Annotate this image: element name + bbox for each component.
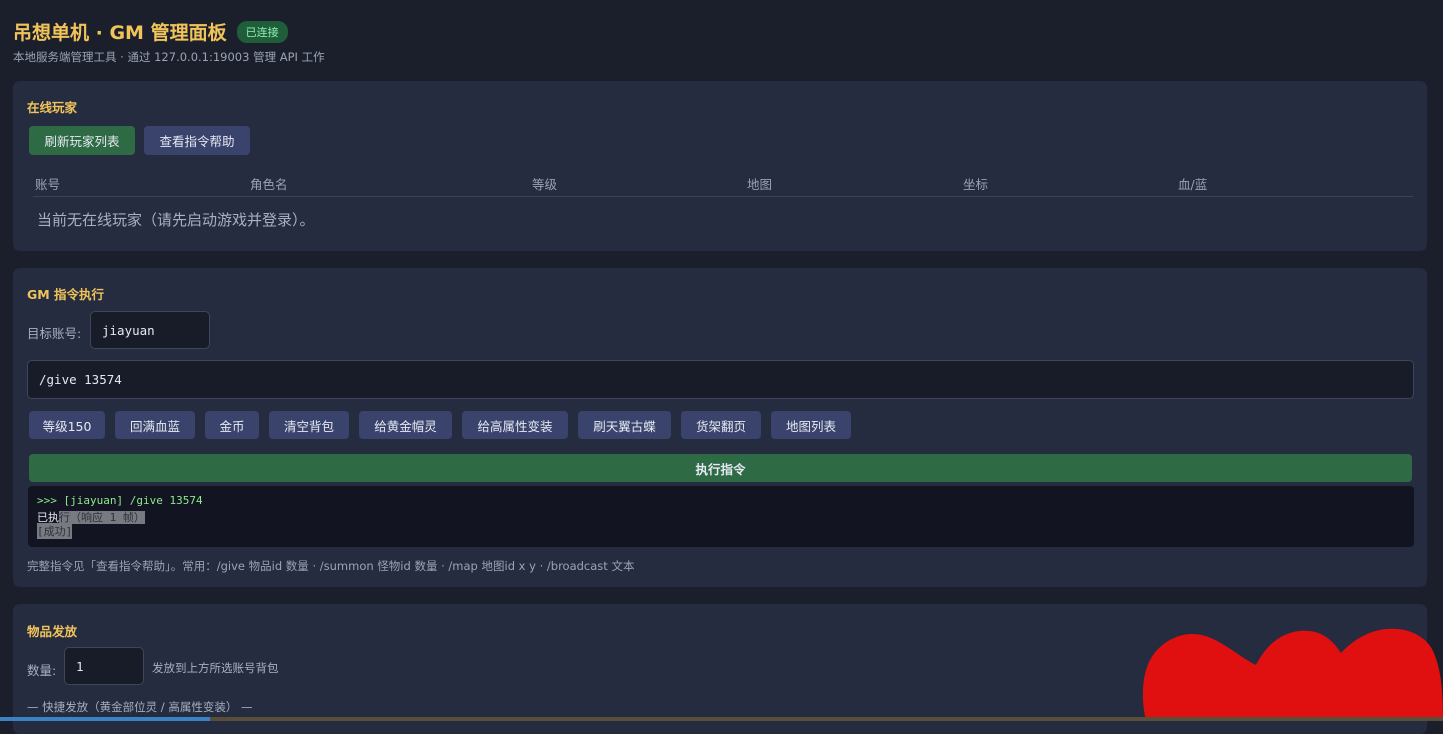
- online-players-title: 在线玩家: [27, 100, 78, 115]
- quick-clear-bag-button[interactable]: 清空背包: [269, 411, 349, 439]
- console-line-status: [成功]: [37, 523, 73, 539]
- gm-command-title: GM 指令执行: [27, 287, 105, 302]
- page-subtitle: 本地服务端管理工具 · 通过 127.0.0.1:19003 管理 API 工作: [13, 50, 325, 64]
- quick-distribution-section-title: — 快捷发放（黄金部位灵 / 高属性变装） —: [27, 700, 253, 714]
- quick-spawn-butterfly-button[interactable]: 刷天翼古蝶: [578, 411, 671, 439]
- quick-level-150-button[interactable]: 等级150: [29, 411, 105, 439]
- quick-gold-button[interactable]: 金币: [205, 411, 259, 439]
- red-redaction-scribble: [1142, 628, 1443, 721]
- quantity-label: 数量:: [27, 663, 57, 678]
- target-account-input[interactable]: jiayuan: [90, 311, 210, 349]
- empty-players-message: 当前无在线玩家（请先启动游戏并登录）。: [37, 211, 315, 229]
- command-input[interactable]: /give 13574: [27, 360, 1414, 399]
- quick-shelf-page-button[interactable]: 货架翻页: [681, 411, 761, 439]
- quick-map-list-button[interactable]: 地图列表: [771, 411, 851, 439]
- quantity-input[interactable]: 1: [64, 647, 144, 685]
- quick-give-costume-button[interactable]: 给高属性变装: [462, 411, 568, 439]
- refresh-players-button[interactable]: 刷新玩家列表: [29, 126, 135, 155]
- bottom-strip: [0, 717, 1443, 721]
- column-header-level[interactable]: 等级: [532, 174, 557, 193]
- column-header-coords[interactable]: 坐标: [963, 174, 988, 193]
- quick-restore-hp-mp-button[interactable]: 回满血蓝: [115, 411, 195, 439]
- console-line-command: >>> [jiayuan] /give 13574: [37, 494, 203, 507]
- gm-command-panel: GM 指令执行 目标账号: jiayuan /give 13574 等级150 …: [13, 268, 1427, 587]
- quick-give-gold-hat-spirit-button[interactable]: 给黄金帽灵: [359, 411, 452, 439]
- online-players-panel: 在线玩家 刷新玩家列表 查看指令帮助 账号 角色名 等级 地图 坐标 血/蓝 当…: [13, 81, 1427, 251]
- command-hint-text: 完整指令见「查看指令帮助」。常用：/give 物品id 数量 · /summon…: [27, 559, 635, 573]
- column-header-map[interactable]: 地图: [747, 174, 772, 193]
- command-output-console: >>> [jiayuan] /give 13574 已执行（响应 1 帧） [成…: [28, 486, 1414, 547]
- page-title: 吊想单机 · GM 管理面板: [13, 22, 227, 44]
- command-help-button[interactable]: 查看指令帮助: [144, 126, 250, 155]
- page-header: 吊想单机 · GM 管理面板 已连接 本地服务端管理工具 · 通过 127.0.…: [13, 18, 325, 65]
- column-header-character[interactable]: 角色名: [250, 174, 288, 193]
- table-divider: [33, 196, 1413, 197]
- execute-command-button[interactable]: 执行指令: [29, 454, 1412, 482]
- item-distribution-title: 物品发放: [27, 624, 78, 639]
- bottom-strip-accent: [0, 717, 210, 721]
- connection-status-badge: 已连接: [236, 20, 288, 43]
- column-header-account[interactable]: 账号: [35, 174, 60, 193]
- target-account-label: 目标账号:: [27, 326, 82, 341]
- quantity-hint: 发放到上方所选账号背包: [152, 661, 279, 675]
- column-header-hp-mp[interactable]: 血/蓝: [1178, 174, 1207, 193]
